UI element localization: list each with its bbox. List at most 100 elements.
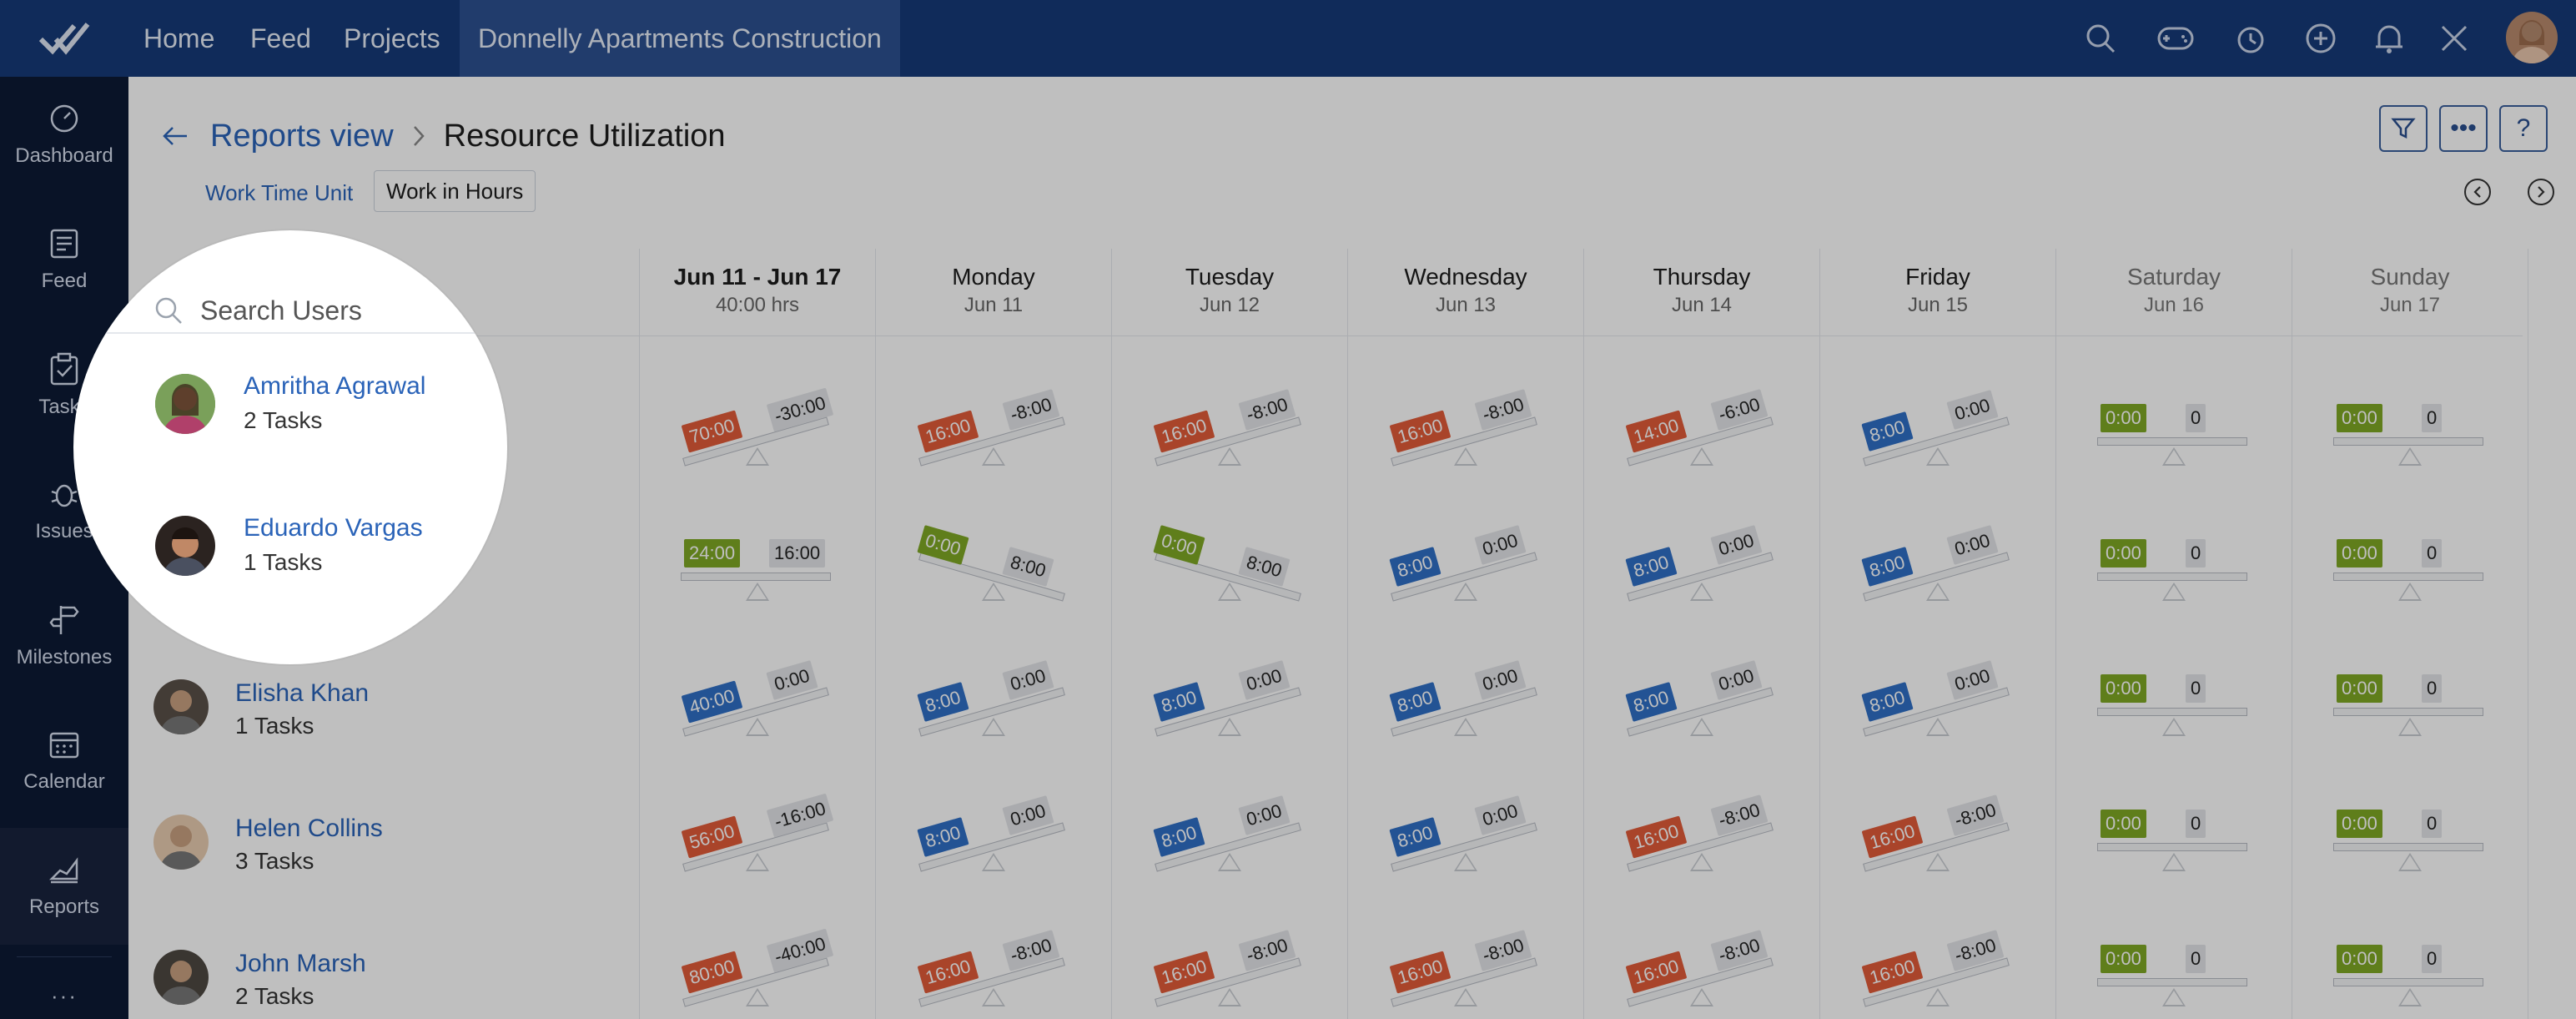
previous-week-button[interactable] xyxy=(2464,179,2491,205)
column-header: Wednesday Jun 13 xyxy=(1347,264,1584,317)
utilization-balance[interactable]: 0:00 0 xyxy=(2089,402,2256,486)
utilization-balance[interactable]: 0:00 0 xyxy=(2089,537,2256,621)
utilization-balance[interactable]: 24:00 16:00 xyxy=(672,537,839,621)
user-task-count: 1 Tasks xyxy=(235,713,314,739)
nav-home[interactable]: Home xyxy=(143,0,214,77)
allocated-hours: 0:00 xyxy=(2101,404,2146,432)
nav-feed[interactable]: Feed xyxy=(250,0,311,77)
table-row[interactable]: John Marsh 2 Tasks xyxy=(153,950,737,1019)
help-button[interactable]: ? xyxy=(2499,105,2548,152)
utilization-balance[interactable]: 0:00 8:00 xyxy=(908,525,1075,621)
user-task-count: 3 Tasks xyxy=(235,848,314,874)
user-name[interactable]: Eduardo Vargas xyxy=(244,514,423,542)
utilization-balance[interactable]: 8:00 0:00 xyxy=(1853,660,2020,756)
more-options-button[interactable]: ••• xyxy=(2439,105,2488,152)
nav-projects[interactable]: Projects xyxy=(344,0,440,77)
utilization-balance[interactable]: 16:00 -8:00 xyxy=(1381,389,1547,486)
utilization-balance[interactable]: 0:00 8:00 xyxy=(1145,525,1311,621)
clipboard-icon xyxy=(50,352,78,386)
table-row[interactable]: Elisha Khan 1 Tasks xyxy=(153,679,737,763)
user-name[interactable]: Elisha Khan xyxy=(235,679,369,708)
user-name[interactable]: Helen Collins xyxy=(235,815,383,843)
search-users-box[interactable] xyxy=(153,289,470,332)
sidebar-more-button[interactable]: ··· xyxy=(0,983,128,1009)
utilization-balance[interactable]: 0:00 0 xyxy=(2089,673,2256,756)
utilization-balance[interactable]: 8:00 0:00 xyxy=(908,795,1075,891)
table-row[interactable]: Helen Collins 3 Tasks xyxy=(153,815,737,898)
sidebar-item-reports[interactable]: Reports xyxy=(0,828,128,945)
column-date: Jun 15 xyxy=(1907,294,1969,316)
utilization-balance[interactable]: 70:00 -30:00 xyxy=(672,387,839,486)
search-icon[interactable] xyxy=(2079,17,2122,60)
search-users-input[interactable] xyxy=(200,295,450,326)
work-time-unit-select[interactable]: Work in Hours xyxy=(374,170,536,212)
balance-fulcrum xyxy=(982,853,1005,871)
utilization-balance[interactable]: 16:00 -8:00 xyxy=(1145,389,1311,486)
utilization-balance[interactable]: 16:00 -8:00 xyxy=(1381,930,1547,1019)
utilization-balance[interactable]: 8:00 0:00 xyxy=(1145,660,1311,756)
sidebar-item-dashboard[interactable]: Dashboard xyxy=(0,77,128,194)
utilization-balance[interactable]: 8:00 0:00 xyxy=(1145,795,1311,891)
utilization-balance[interactable]: 8:00 0:00 xyxy=(1617,660,1784,756)
sidebar-item-label: Issues xyxy=(35,520,93,542)
sidebar-item-feed[interactable]: Feed xyxy=(0,202,128,319)
column-header: Thursday Jun 14 xyxy=(1583,264,1820,317)
next-week-button[interactable] xyxy=(2528,179,2554,205)
chevron-right-icon xyxy=(412,124,425,148)
utilization-balance[interactable]: 8:00 0:00 xyxy=(1853,390,2020,486)
utilization-balance[interactable]: 0:00 0 xyxy=(2325,537,2492,621)
nav-current-project[interactable]: Donnelly Apartments Construction xyxy=(460,0,900,77)
balance-fulcrum xyxy=(746,718,769,736)
utilization-balance[interactable]: 8:00 0:00 xyxy=(908,660,1075,756)
utilization-balance[interactable]: 16:00 -8:00 xyxy=(1145,930,1311,1019)
utilization-balance[interactable]: 0:00 0 xyxy=(2325,402,2492,486)
utilization-balance[interactable]: 16:00 -8:00 xyxy=(908,930,1075,1019)
utilization-balance[interactable]: 0:00 0 xyxy=(2325,943,2492,1019)
utilization-balance[interactable]: 0:00 0 xyxy=(2089,808,2256,891)
user-name[interactable]: John Marsh xyxy=(235,950,366,978)
utilization-balance[interactable]: 80:00 -40:00 xyxy=(672,928,839,1019)
utilization-balance[interactable]: 16:00 -8:00 xyxy=(908,389,1075,486)
utilization-balance[interactable]: 56:00 -16:00 xyxy=(672,793,839,891)
utilization-balance[interactable]: 40:00 0:00 xyxy=(672,660,839,756)
timer-icon[interactable] xyxy=(2229,17,2272,60)
gamepad-icon[interactable] xyxy=(2154,17,2197,60)
column-day: Jun 11 - Jun 17 xyxy=(673,264,842,290)
remaining-hours: 0 xyxy=(2422,674,2443,703)
utilization-balance[interactable]: 8:00 0:00 xyxy=(1381,795,1547,891)
app-logo[interactable] xyxy=(0,0,128,77)
balance-fulcrum xyxy=(2162,583,2186,601)
balance-fulcrum xyxy=(1926,718,1950,736)
list-item[interactable]: Eduardo Vargas 1 Tasks xyxy=(155,511,489,586)
balance-beam xyxy=(2097,573,2247,581)
breadcrumb-reports-view[interactable]: Reports view xyxy=(210,119,394,154)
utilization-balance[interactable]: 0:00 0 xyxy=(2089,943,2256,1019)
column-date: Jun 11 xyxy=(963,294,1024,316)
back-arrow-icon[interactable] xyxy=(162,125,189,147)
utilization-balance[interactable]: 16:00 -8:00 xyxy=(1853,795,2020,891)
remaining-hours: 0 xyxy=(2186,810,2206,838)
balance-fulcrum xyxy=(746,583,769,601)
add-icon[interactable] xyxy=(2299,17,2342,60)
utilization-balance[interactable]: 8:00 0:00 xyxy=(1617,525,1784,621)
column-day: Friday xyxy=(1905,264,1970,290)
utilization-balance[interactable]: 16:00 -8:00 xyxy=(1617,930,1784,1019)
user-avatar[interactable] xyxy=(2506,12,2558,63)
utilization-balance[interactable]: 8:00 0:00 xyxy=(1381,525,1547,621)
utilization-balance[interactable]: 0:00 0 xyxy=(2325,673,2492,756)
sidebar-item-milestones[interactable]: Milestones xyxy=(0,578,128,694)
tools-icon[interactable] xyxy=(2433,17,2476,60)
utilization-balance[interactable]: 0:00 0 xyxy=(2325,808,2492,891)
user-name[interactable]: Amritha Agrawal xyxy=(244,372,425,401)
sidebar-item-calendar[interactable]: Calendar xyxy=(0,703,128,820)
bell-icon[interactable] xyxy=(2367,17,2411,60)
utilization-balance[interactable]: 8:00 0:00 xyxy=(1853,525,2020,621)
filter-button[interactable] xyxy=(2379,105,2428,152)
remaining-hours: 0 xyxy=(2186,674,2206,703)
utilization-balance[interactable]: 16:00 -8:00 xyxy=(1617,795,1784,891)
utilization-balance[interactable]: 14:00 -6:00 xyxy=(1617,389,1784,486)
balance-beam xyxy=(2333,708,2483,716)
list-item[interactable]: Amritha Agrawal 2 Tasks xyxy=(155,369,489,444)
utilization-balance[interactable]: 8:00 0:00 xyxy=(1381,660,1547,756)
utilization-balance[interactable]: 16:00 -8:00 xyxy=(1853,930,2020,1019)
